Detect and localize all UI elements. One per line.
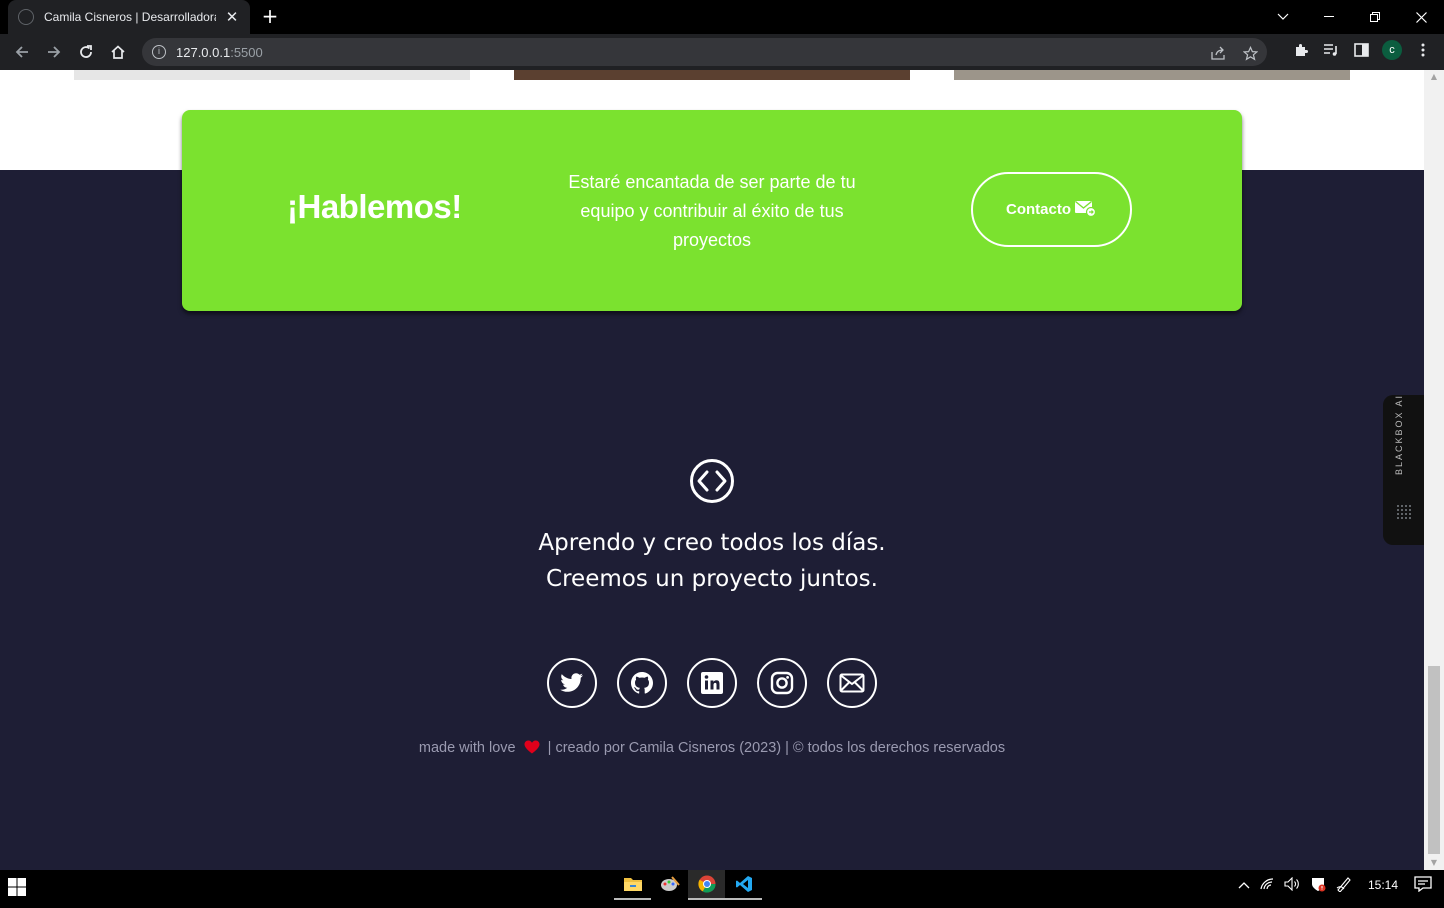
project-image-1[interactable] — [74, 70, 470, 80]
file-explorer-icon[interactable] — [614, 870, 651, 900]
heart-icon — [524, 740, 540, 758]
blackbox-ai-widget[interactable]: BLACKBOX AI — [1383, 393, 1424, 545]
linkedin-icon[interactable] — [687, 658, 737, 708]
blackbox-label: BLACKBOX AI — [1394, 393, 1404, 475]
side-panel-icon[interactable] — [1352, 41, 1370, 59]
browser-tab[interactable]: Camila Cisneros | Desarrolladora ✕ — [8, 0, 250, 34]
profile-avatar[interactable]: c — [1382, 40, 1402, 60]
scroll-down-icon[interactable]: ▼ — [1424, 856, 1444, 870]
credit-prefix: made with love — [418, 740, 516, 756]
credit-suffix: | creado por Camila Cisneros (2023) | © … — [547, 740, 1006, 756]
url-text: 127.0.0.1:5500 — [176, 44, 263, 60]
back-icon[interactable] — [10, 40, 34, 64]
mail-icon[interactable] — [827, 658, 877, 708]
clock[interactable]: 15:14 — [1368, 878, 1398, 892]
tagline-line-1: Aprendo y creo todos los días. — [538, 530, 886, 556]
windows-start-icon[interactable] — [8, 878, 28, 898]
code-logo-icon — [689, 458, 735, 504]
browser-tab-strip: Camila Cisneros | Desarrolladora ✕ + — [0, 0, 1444, 34]
taskbar-apps — [614, 870, 762, 900]
footer-tagline: Aprendo y creo todos los días. Creemos u… — [0, 525, 1424, 597]
vscode-icon[interactable] — [725, 870, 762, 900]
site-info-icon[interactable]: i — [152, 45, 166, 59]
close-tab-icon[interactable]: ✕ — [224, 8, 240, 26]
volume-icon[interactable] — [1284, 876, 1300, 894]
restore-button[interactable] — [1352, 0, 1398, 34]
instagram-icon[interactable] — [757, 658, 807, 708]
cta-title: ¡Hablemos! — [287, 188, 462, 225]
mail-send-icon — [1075, 199, 1097, 221]
page-viewport: ¡Hablemos! Estaré encantada de ser parte… — [0, 70, 1424, 870]
reload-icon[interactable] — [74, 40, 98, 64]
page-scrollbar[interactable]: ▲ ▼ — [1424, 70, 1444, 870]
contact-button-label: Contacto — [1006, 201, 1071, 218]
browser-toolbar: i 127.0.0.1:5500 c — [0, 34, 1444, 70]
bookmark-star-icon[interactable] — [1241, 44, 1259, 62]
contact-cta-card: ¡Hablemos! Estaré encantada de ser parte… — [182, 110, 1242, 311]
tab-title: Camila Cisneros | Desarrolladora — [44, 10, 216, 24]
contact-button[interactable]: Contacto — [971, 172, 1132, 247]
forward-icon[interactable] — [42, 40, 66, 64]
scroll-up-icon[interactable]: ▲ — [1424, 70, 1444, 84]
social-links — [547, 658, 877, 708]
menu-kebab-icon[interactable] — [1414, 41, 1432, 59]
footer-credit: made with love | creado por Camila Cisne… — [0, 740, 1424, 758]
github-icon[interactable] — [617, 658, 667, 708]
network-icon[interactable] — [1260, 877, 1274, 893]
scrollbar-thumb[interactable] — [1428, 666, 1440, 854]
tab-search-icon[interactable] — [1260, 0, 1306, 34]
globe-icon — [18, 9, 34, 25]
extensions-puzzle-icon[interactable] — [1292, 41, 1310, 59]
minimize-button[interactable] — [1306, 0, 1352, 34]
window-controls — [1260, 0, 1444, 34]
chrome-icon[interactable] — [688, 870, 725, 900]
new-tab-button[interactable]: + — [258, 4, 282, 28]
media-control-icon[interactable] — [1322, 41, 1340, 59]
twitter-icon[interactable] — [547, 658, 597, 708]
paint-app-icon[interactable] — [651, 870, 688, 900]
system-tray: 15:14 — [1238, 870, 1444, 900]
project-image-3[interactable] — [954, 70, 1350, 80]
windows-taskbar: 15:14 — [0, 870, 1444, 908]
tagline-line-2: Creemos un proyecto juntos. — [546, 566, 878, 592]
address-bar[interactable]: i 127.0.0.1:5500 — [142, 38, 1267, 66]
share-icon[interactable] — [1209, 44, 1227, 62]
cta-description: Estaré encantada de ser parte de tu equi… — [568, 172, 856, 250]
tray-expand-icon[interactable] — [1238, 878, 1250, 892]
security-shield-icon[interactable] — [1310, 876, 1326, 895]
close-window-button[interactable] — [1398, 0, 1444, 34]
blackbox-dots-icon — [1395, 503, 1413, 521]
pen-workspace-icon[interactable] — [1336, 876, 1352, 895]
home-icon[interactable] — [106, 40, 130, 64]
project-image-2[interactable] — [514, 70, 910, 80]
notifications-icon[interactable] — [1414, 875, 1432, 895]
